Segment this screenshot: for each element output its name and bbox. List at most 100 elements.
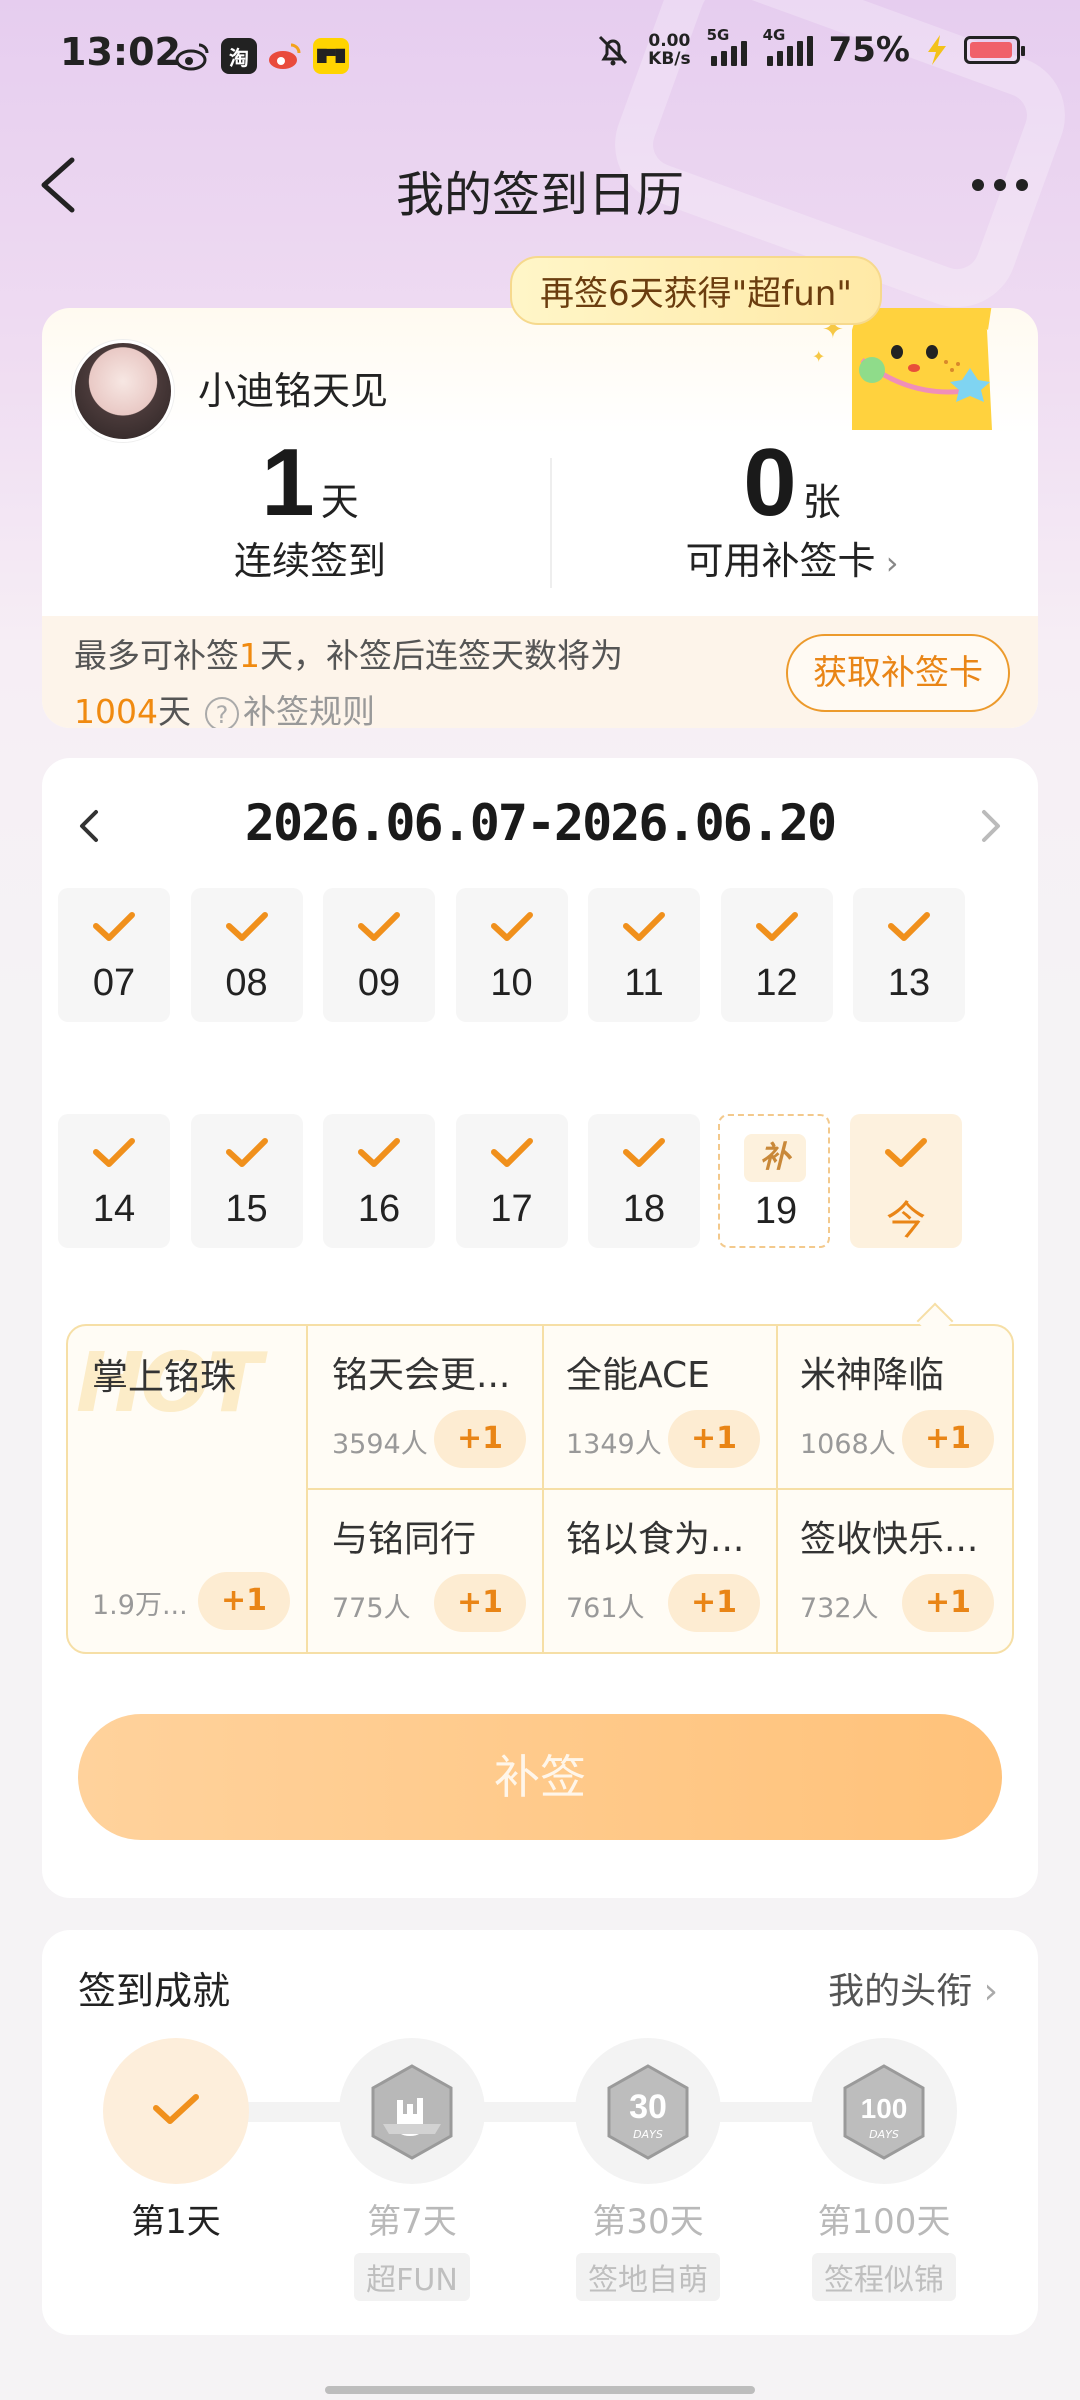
home-indicator[interactable] — [325, 2386, 755, 2394]
group-name: 与铭同行 — [332, 1519, 477, 1560]
group-count: 1068人 — [800, 1429, 896, 1460]
signal-5g-icon: 5G — [707, 26, 747, 66]
status-time: 13:02 — [60, 30, 181, 74]
next-range-button[interactable] — [966, 798, 1016, 854]
calendar-day[interactable]: 09 — [323, 888, 435, 1022]
group-cell[interactable]: 铭天会更... 3594人 +1 — [308, 1326, 544, 1489]
calendar-day[interactable]: 12 — [720, 888, 833, 1022]
plus-one-button[interactable]: +1 — [902, 1410, 994, 1468]
day-number: 08 — [225, 962, 268, 1004]
mascot-icon: ✦ ✦ — [812, 308, 992, 430]
plus-one-button[interactable]: +1 — [668, 1410, 760, 1468]
achievement-day100[interactable]: 100 DAYS 第100天 签程似锦 — [784, 2038, 984, 2301]
check-icon — [885, 1138, 927, 1167]
calendar-day[interactable]: 17 — [455, 1114, 568, 1248]
plus-one-button[interactable]: +1 — [434, 1410, 526, 1468]
my-titles-link[interactable]: 我的头衔 › — [828, 1962, 998, 2014]
battery-icon — [964, 36, 1025, 64]
check-icon — [225, 912, 268, 941]
group-cell[interactable]: 全能ACE 1349人 +1 — [542, 1326, 778, 1489]
question-icon[interactable]: ? — [204, 696, 239, 728]
avatar[interactable] — [72, 340, 174, 442]
check-icon — [755, 912, 798, 941]
group-count: 761人 — [566, 1593, 645, 1624]
resign-rule-link[interactable]: 补签规则 — [243, 692, 375, 728]
resign-tag: 补 — [744, 1134, 806, 1182]
plus-one-button[interactable]: +1 — [668, 1574, 760, 1632]
day-number: 13 — [887, 962, 931, 1004]
group-featured[interactable]: HOT 掌上铭珠 1.9万... +1 — [68, 1326, 308, 1652]
resign-info-text: 最多可补签1天，补签后连签天数将为 1004天? 补签规则 — [74, 628, 623, 728]
day-number: 12 — [755, 962, 798, 1004]
calendar-day[interactable]: 13 — [853, 888, 965, 1022]
chevron-right-icon: › — [875, 544, 899, 582]
more-button[interactable] — [960, 150, 1040, 220]
check-icon — [358, 1138, 400, 1167]
group-name: 铭天会更... — [332, 1355, 511, 1396]
group-count: 1349人 — [566, 1429, 662, 1460]
profile-card: 小迪铭天见 ✦ ✦ 1天 连续签到 0张 可用补签卡 › 最多可补签1天，补签后… — [42, 308, 1038, 728]
resign-cards-stat[interactable]: 0张 可用补签卡 › — [552, 428, 1032, 585]
cards-number: 0 — [743, 429, 797, 536]
resign-info-bar: 最多可补签1天，补签后连签天数将为 1004天? 补签规则 获取补签卡 — [42, 616, 1038, 728]
check-icon — [93, 1138, 135, 1167]
weibo-red-icon — [267, 38, 303, 74]
svg-text:30: 30 — [629, 2088, 667, 2126]
30-days-badge-icon: 30 DAYS — [607, 2064, 689, 2160]
plus-one-button[interactable]: +1 — [902, 1574, 994, 1632]
achievement-day30[interactable]: 30 DAYS 第30天 签地自萌 — [548, 2038, 748, 2301]
group-name: 米神降临 — [800, 1355, 945, 1396]
day-number: 17 — [490, 1188, 533, 1230]
plus-one-button[interactable]: +1 — [434, 1574, 526, 1632]
calendar-day[interactable]: 10 — [455, 888, 568, 1022]
calendar-day[interactable]: 07 — [58, 888, 170, 1022]
group-count: 732人 — [800, 1593, 879, 1624]
day-number: 11 — [624, 962, 664, 1004]
achievements-title: 签到成就 — [78, 1969, 231, 2013]
status-bar: 13:02 淘 █▀█ 0.00 KB/s 5G 4G 75% — [0, 0, 1080, 110]
day-number: 07 — [92, 962, 136, 1004]
achievement-badge — [103, 2038, 249, 2184]
achievement-tag: 签地自萌 — [576, 2253, 720, 2301]
svg-text:✦: ✦ — [812, 347, 825, 366]
group-cell[interactable]: 米神降临 1068人 +1 — [776, 1326, 1012, 1489]
calendar-day[interactable]: 14 — [58, 1114, 170, 1248]
group-cell[interactable]: 签收快乐... 732人 +1 — [776, 1490, 1012, 1653]
svg-text:DAYS: DAYS — [633, 2128, 663, 2141]
date-range: 2026.06.07-2026.06.20 — [244, 794, 837, 852]
streak-label: 连续签到 — [233, 539, 386, 583]
day-number: 09 — [357, 962, 401, 1004]
group-cell[interactable]: 与铭同行 775人 +1 — [308, 1490, 544, 1653]
check-icon — [153, 2094, 199, 2124]
achievement-badge: 30 DAYS — [575, 2038, 721, 2184]
calendar-day-today[interactable]: 今 — [850, 1114, 962, 1248]
plus-one-button[interactable]: +1 — [198, 1572, 290, 1630]
group-name: 签收快乐... — [800, 1519, 979, 1560]
group-cell[interactable]: 铭以食为... 761人 +1 — [542, 1490, 778, 1653]
svg-text:100: 100 — [861, 2093, 908, 2124]
achievement-day1[interactable]: 第1天 — [76, 2038, 276, 2243]
calendar-day-missed[interactable]: 补 19 — [718, 1114, 830, 1248]
chevron-right-icon: › — [972, 1971, 998, 2012]
calendar-card: 2026.06.07-2026.06.20 07 08 09 10 11 12 13 14 1… — [42, 758, 1038, 1898]
get-resign-card-button[interactable]: 获取补签卡 — [786, 634, 1010, 712]
day-number: 10 — [490, 962, 533, 1004]
weibo-icon — [175, 38, 211, 74]
check-icon — [888, 912, 930, 941]
more-dots-icon — [972, 179, 984, 191]
calendar-day[interactable]: 18 — [588, 1114, 700, 1248]
calendar-day[interactable]: 08 — [190, 888, 303, 1022]
svg-text:DAYS: DAYS — [869, 2128, 899, 2141]
resign-button[interactable]: 补签 — [78, 1714, 1002, 1840]
signal-4g-icon: 4G — [763, 26, 813, 66]
group-count: 1.9万... — [92, 1590, 188, 1621]
calendar-day[interactable]: 15 — [190, 1114, 303, 1248]
achievement-badge: 100 DAYS — [811, 2038, 957, 2184]
achievement-day7[interactable]: 第7天 超FUN — [312, 2038, 512, 2301]
check-icon — [623, 1138, 665, 1167]
mute-bell-icon — [599, 35, 628, 66]
calendar-day[interactable]: 11 — [588, 888, 700, 1022]
status-right: 0.00 KB/s 5G 4G 75% — [594, 26, 1025, 70]
calendar-day[interactable]: 16 — [323, 1114, 435, 1248]
rock-hand-badge-icon — [371, 2064, 453, 2160]
